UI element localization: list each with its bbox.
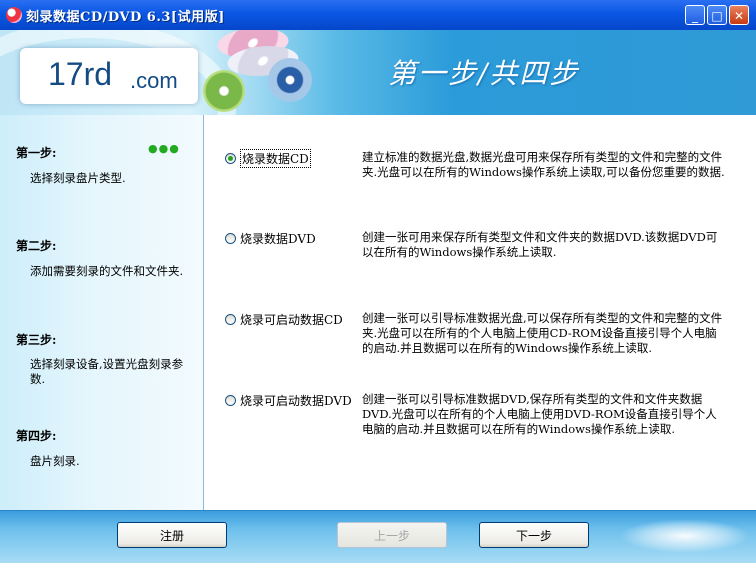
option-label[interactable]: 烧录可启动数据CD xyxy=(240,311,343,328)
minimize-button[interactable]: _ xyxy=(685,5,705,25)
option-data-dvd[interactable]: 烧录数据DVD xyxy=(225,230,316,247)
disc-type-options: 烧录数据CD 建立标准的数据光盘,数据光盘可用来保存所有类型的文件和完整的文件夹… xyxy=(204,115,756,510)
footer-bar: 注册 上一步 下一步 xyxy=(0,510,756,563)
option-description: 创建一张可以引导标准数据光盘,可以保存所有类型的文件和完整的文件夹.光盘可以在所… xyxy=(362,311,723,355)
window-title: 刻录数据CD/DVD 6.3[试用版] xyxy=(26,10,225,25)
close-button[interactable]: ✕ xyxy=(729,5,749,25)
previous-step-button[interactable]: 上一步 xyxy=(337,522,447,548)
disc-stack-image xyxy=(198,30,338,115)
step-4-title: 第四步: xyxy=(16,429,57,443)
option-label[interactable]: 烧录数据DVD xyxy=(240,230,316,247)
header-banner: 17rd .com 第一步/共四步 xyxy=(0,30,756,115)
window-title-bar[interactable]: 刻录数据CD/DVD 6.3[试用版] _ □ ✕ xyxy=(0,0,756,31)
option-description: 建立标准的数据光盘,数据光盘可用来保存所有类型的文件和完整的文件夹.光盘可以在所… xyxy=(362,150,725,179)
maximize-button[interactable]: □ xyxy=(707,5,727,25)
step-3-title: 第三步: xyxy=(16,333,57,347)
radio-data-cd[interactable] xyxy=(225,153,236,164)
radio-bootable-cd[interactable] xyxy=(225,314,236,325)
steps-sidebar: 第一步: ●●● 选择刻录盘片类型. 第二步: 添加需要刻录的文件和文件夹. 第… xyxy=(0,115,204,510)
option-description: 创建一张可用来保存所有类型文件和文件夹的数据DVD.该数据DVD可以在所有的Wi… xyxy=(362,230,718,259)
logo-domain-text: .com xyxy=(130,68,178,93)
option-bootable-cd[interactable]: 烧录可启动数据CD xyxy=(225,311,343,328)
app-disc-icon xyxy=(6,7,22,23)
step-1-title: 第一步: xyxy=(16,146,57,160)
step-1-desc: 选择刻录盘片类型. xyxy=(30,171,126,185)
option-description: 创建一张可以引导标准数据DVD,保存所有类型的文件和文件夹数据DVD.光盘可以在… xyxy=(362,392,717,436)
decorative-glow xyxy=(620,519,750,553)
step-2-title: 第二步: xyxy=(16,239,57,253)
progress-indicator: ●●● xyxy=(148,142,180,155)
radio-bootable-dvd[interactable] xyxy=(225,395,236,406)
disc-icon xyxy=(268,58,312,102)
option-label[interactable]: 烧录数据CD xyxy=(240,149,311,168)
site-logo: 17rd .com xyxy=(20,48,198,104)
option-bootable-dvd[interactable]: 烧录可启动数据DVD xyxy=(225,392,352,409)
register-button[interactable]: 注册 xyxy=(117,522,227,548)
disc-icon xyxy=(203,70,245,112)
step-heading: 第一步/共四步 xyxy=(388,57,580,90)
step-3-desc: 选择刻录设备,设置光盘刻录参数. xyxy=(30,357,184,386)
radio-data-dvd[interactable] xyxy=(225,233,236,244)
option-data-cd[interactable]: 烧录数据CD xyxy=(225,149,311,168)
step-2-desc: 添加需要刻录的文件和文件夹. xyxy=(30,264,184,278)
option-label[interactable]: 烧录可启动数据DVD xyxy=(240,392,352,409)
next-step-button[interactable]: 下一步 xyxy=(479,522,589,548)
step-4-desc: 盘片刻录. xyxy=(30,454,80,468)
logo-main-text: 17rd xyxy=(48,56,113,92)
